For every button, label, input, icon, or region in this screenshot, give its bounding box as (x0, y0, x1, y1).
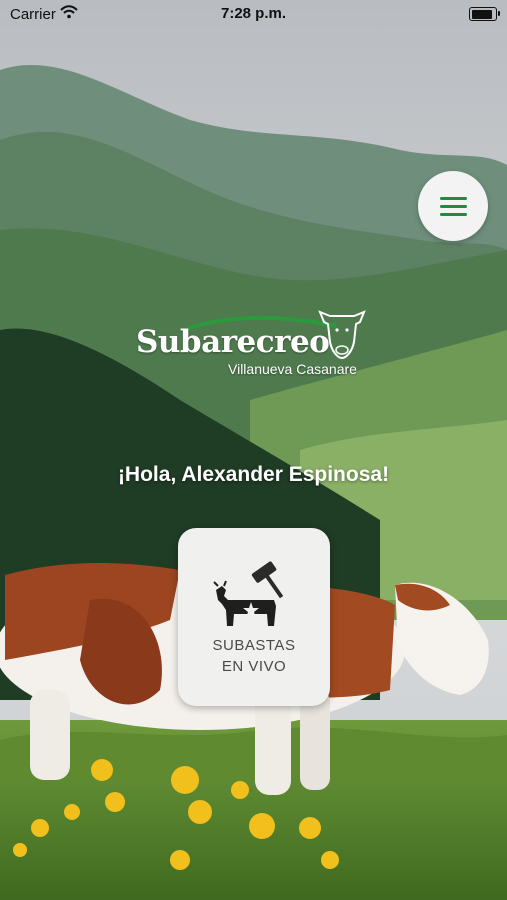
tile-label: SUBASTAS EN VIVO (178, 635, 330, 677)
tile-label-line2: EN VIVO (221, 658, 287, 675)
tile-label-line1: SUBASTAS (212, 637, 296, 654)
battery-icon (469, 7, 500, 21)
logo-subtitle: Villanueva Casanare (228, 361, 357, 377)
logo-brand-text: Subarecreo (136, 324, 330, 360)
auction-cow-icon (213, 561, 284, 626)
hamburger-icon (440, 197, 467, 200)
status-time: 7:28 p.m. (220, 5, 287, 22)
greeting-text: ¡Hola, Alexander Espinosa! (117, 463, 390, 486)
menu-button[interactable] (418, 171, 488, 241)
app-logo: Subarecreo Villanueva Casanare (132, 300, 377, 385)
live-auctions-tile[interactable]: SUBASTAS EN VIVO (178, 528, 330, 706)
background-landscape (0, 0, 507, 900)
status-bar: Carrier 7:28 p.m. (0, 0, 507, 28)
